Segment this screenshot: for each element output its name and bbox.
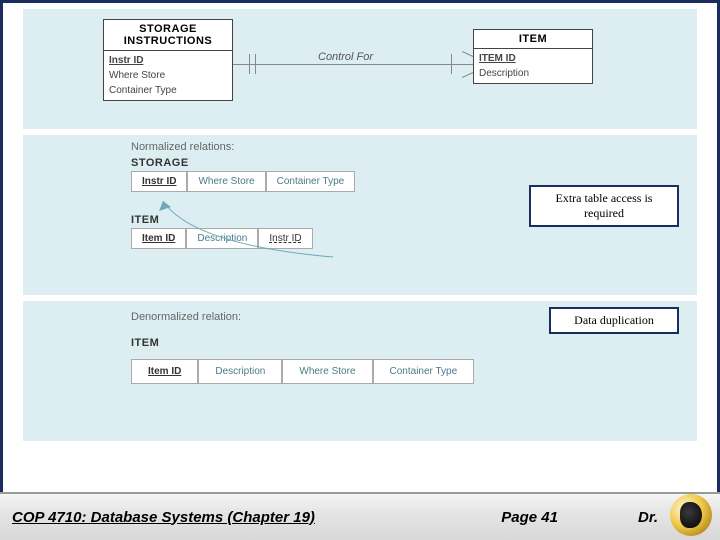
slide-frame: STORAGE INSTRUCTIONS Instr ID Where Stor…: [0, 0, 720, 540]
item-entity-title: ITEM: [474, 30, 592, 49]
storage-pk: Instr ID: [109, 55, 143, 66]
footer-author: Dr.: [638, 509, 658, 526]
denorm-item-label: ITEM: [131, 337, 474, 349]
denorm-col-desc: Description: [198, 359, 282, 384]
item-pk: ITEM ID: [479, 53, 516, 64]
storage-attr-container: Container Type: [109, 83, 227, 98]
callout-extra-access: Extra table access is required: [529, 185, 679, 227]
item-entity: ITEM ITEM ID Description: [473, 29, 593, 84]
denormalized-panel: Denormalized relation: ITEM Item ID Desc…: [23, 301, 697, 441]
storage-attr-wherestore: Where Store: [109, 68, 227, 83]
footer-course: COP 4710: Database Systems (Chapter 19): [12, 509, 501, 526]
crowfoot-top: [462, 51, 473, 57]
fk-arrow: [133, 185, 353, 265]
denormalized-heading: Denormalized relation:: [131, 311, 474, 323]
denorm-item-table: Item ID Description Where Store Containe…: [131, 359, 474, 384]
normalized-heading: Normalized relations:: [131, 141, 355, 153]
slide-footer: COP 4710: Database Systems (Chapter 19) …: [0, 492, 720, 540]
relationship-line: [233, 64, 473, 65]
storage-entity-title: STORAGE INSTRUCTIONS: [104, 20, 232, 51]
denorm-col-itemid: Item ID: [131, 359, 198, 384]
denorm-col-wherestore: Where Store: [282, 359, 372, 384]
callout-duplication: Data duplication: [549, 307, 679, 334]
item-attr-desc: Description: [479, 66, 587, 81]
ucf-logo-icon: [670, 494, 712, 536]
storage-table-label: STORAGE: [131, 157, 355, 169]
footer-page: Page 41: [501, 509, 558, 526]
normalized-panel: Normalized relations: STORAGE Instr ID W…: [23, 135, 697, 295]
relationship-label: Control For: [318, 51, 373, 63]
cardinality-bar-left2: [255, 54, 256, 74]
storage-entity-attrs: Instr ID Where Store Container Type: [104, 51, 232, 100]
storage-entity: STORAGE INSTRUCTIONS Instr ID Where Stor…: [103, 19, 233, 101]
cardinality-bar-left1: [249, 54, 250, 74]
cardinality-bar-right: [451, 54, 452, 74]
crowfoot-bot: [462, 72, 473, 78]
item-entity-attrs: ITEM ID Description: [474, 49, 592, 83]
erd-panel: STORAGE INSTRUCTIONS Instr ID Where Stor…: [23, 9, 697, 129]
denorm-col-container: Container Type: [373, 359, 475, 384]
